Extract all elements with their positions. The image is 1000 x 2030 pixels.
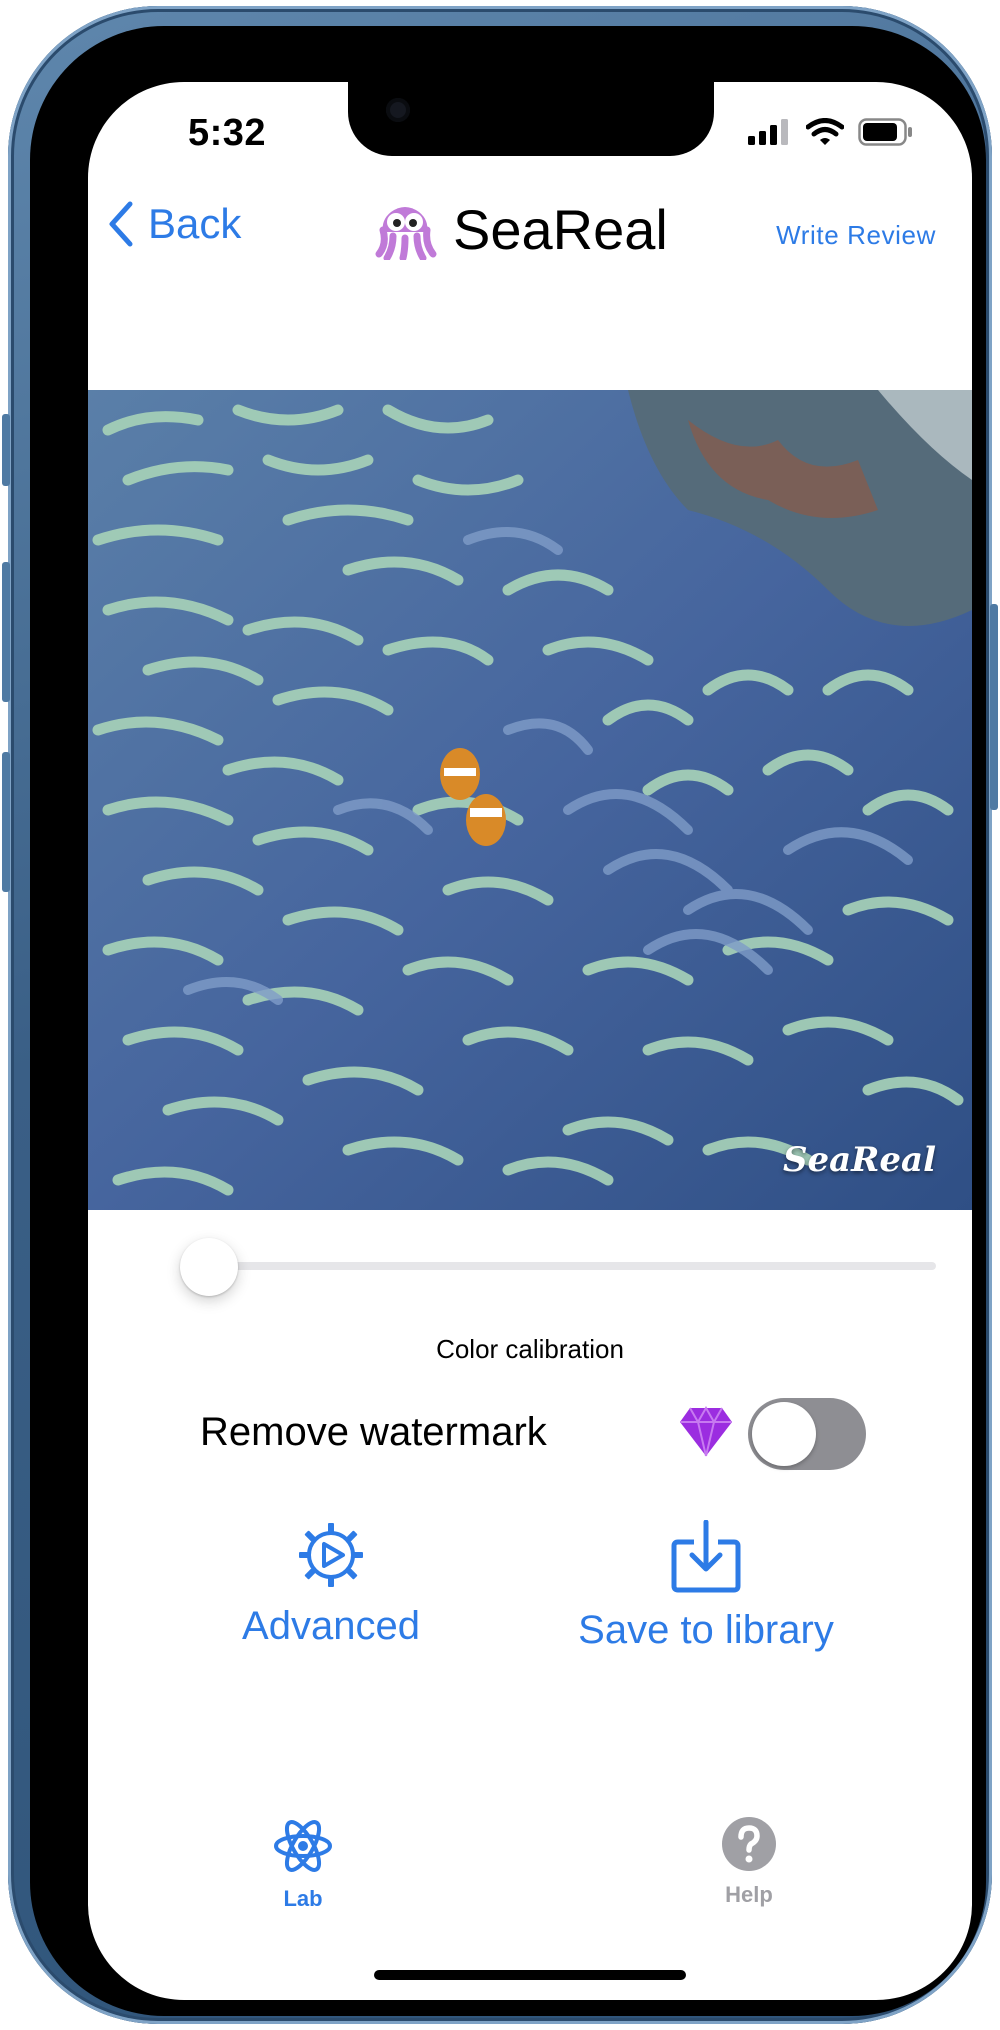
volume-down-button: [2, 752, 10, 892]
write-review-button[interactable]: Write Review: [776, 220, 936, 251]
back-label: Back: [148, 200, 242, 247]
back-button[interactable]: Back: [108, 200, 241, 248]
anemone-image: [88, 390, 972, 1210]
advanced-label: Advanced: [242, 1604, 420, 1648]
notch: [348, 82, 714, 156]
tab-lab-label: Lab: [283, 1886, 323, 1911]
power-button: [990, 604, 998, 810]
download-tray-icon: [671, 1520, 741, 1593]
phone-frame: 5:32 Back SeaReal Write Review SeaReal C…: [2, 6, 998, 2024]
question-circle-icon: [722, 1817, 776, 1871]
octopus-logo-icon: [375, 206, 437, 260]
chevron-left-icon: [109, 201, 133, 247]
status-icons: [748, 118, 914, 146]
wifi-icon: [806, 118, 844, 145]
tab-help[interactable]: Help: [704, 1816, 794, 1908]
volume-up-button: [2, 562, 10, 702]
slider-thumb[interactable]: [180, 1238, 238, 1296]
bezel: 5:32 Back SeaReal Write Review SeaReal C…: [30, 26, 986, 2016]
status-time: 5:32: [188, 112, 267, 154]
app-title: SeaReal: [373, 197, 668, 262]
screen: 5:32 Back SeaReal Write Review SeaReal C…: [88, 82, 972, 2000]
front-camera: [386, 98, 410, 122]
gear-play-icon: [299, 1523, 363, 1587]
remove-watermark-label: Remove watermark: [200, 1410, 547, 1454]
diamond-icon: [680, 1406, 732, 1457]
tab-lab[interactable]: Lab: [258, 1816, 348, 1912]
cellular-signal-icon: [748, 119, 788, 145]
underwater-photo: SeaReal: [88, 390, 972, 1210]
remove-watermark-toggle[interactable]: [748, 1398, 866, 1470]
save-to-library-button[interactable]: Save to library: [528, 1520, 884, 1653]
toggle-knob: [752, 1402, 816, 1466]
app-title-text: SeaReal: [453, 198, 668, 261]
save-to-library-label: Save to library: [578, 1608, 834, 1652]
atom-icon: [274, 1820, 332, 1872]
color-calibration-label: Color calibration: [436, 1334, 624, 1364]
advanced-button[interactable]: Advanced: [216, 1520, 446, 1649]
color-calibration-slider[interactable]: [180, 1238, 936, 1296]
silent-switch: [2, 414, 10, 486]
home-indicator: [374, 1970, 686, 1980]
photo-watermark: SeaReal: [782, 1140, 936, 1180]
slider-track: [180, 1262, 936, 1270]
tab-help-label: Help: [725, 1882, 773, 1907]
battery-icon: [858, 118, 912, 146]
